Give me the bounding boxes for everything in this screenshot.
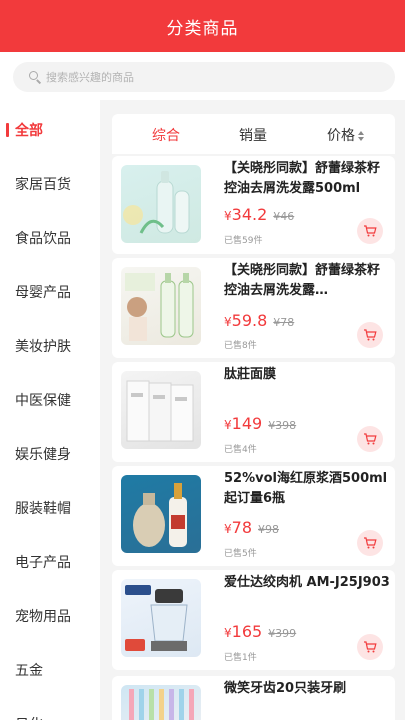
add-to-cart-button[interactable]	[357, 530, 383, 556]
product-price: ¥165	[224, 622, 263, 641]
product-image-face-mask	[121, 371, 201, 449]
sidebar-item-electronics[interactable]: 电子产品	[0, 535, 100, 589]
product-original-price: ¥78	[273, 316, 295, 329]
sidebar-item-baby[interactable]: 母婴产品	[0, 265, 100, 319]
sidebar-item-label: 服装鞋帽	[15, 501, 71, 517]
sort-bar: 综合 销量 价格	[112, 114, 395, 154]
product-title: 肽莊面膜	[224, 367, 277, 382]
product-sold-count: 已售8件	[224, 341, 257, 351]
product-price-row: ¥149 ¥398	[224, 414, 296, 433]
sort-tab-price-label: 价格	[327, 128, 355, 144]
page-title: 分类商品	[166, 18, 239, 39]
sidebar-item-label: 美妆护肤	[15, 339, 71, 355]
sort-arrows-icon	[358, 131, 364, 141]
cart-icon	[364, 641, 377, 653]
sort-tab-overall[interactable]: 综合	[152, 125, 180, 145]
sidebar-item-health[interactable]: 中医保健	[0, 373, 100, 427]
category-sidebar: 全部 家居百货 食品饮品 母婴产品 美妆护肤 中医保健 娱乐健身 服装鞋帽 电子…	[0, 100, 100, 720]
sort-tab-sales[interactable]: 销量	[239, 125, 267, 145]
sidebar-item-daily-chemicals[interactable]: 日化	[0, 697, 100, 720]
product-price-row: ¥59.8 ¥78	[224, 311, 294, 330]
cart-icon	[364, 329, 377, 341]
sidebar-item-fitness[interactable]: 娱乐健身	[0, 427, 100, 481]
app-header: 分类商品	[0, 0, 405, 52]
sort-tab-price[interactable]: 价格	[327, 125, 364, 145]
product-original-price: ¥399	[268, 627, 297, 640]
product-image-shampoo	[121, 165, 201, 243]
search-bar-container: 搜索感兴趣的商品	[0, 52, 405, 100]
product-title: 【关晓彤同款】舒蕾绿茶籽控油去屑洗发露500ml	[224, 161, 381, 196]
sidebar-item-pets[interactable]: 宠物用品	[0, 589, 100, 643]
product-card[interactable]: 肽莊面膜 ¥149 ¥398 已售4件	[112, 362, 395, 462]
sidebar-item-beauty[interactable]: 美妆护肤	[0, 319, 100, 373]
sidebar-item-label: 家居百货	[15, 177, 71, 193]
product-sold-count: 已售5件	[224, 549, 257, 559]
product-card[interactable]: 52%vol海红原浆酒500ml起订量6瓶 ¥78 ¥98 已售5件	[112, 466, 395, 566]
sidebar-item-label: 中医保健	[15, 393, 71, 409]
product-card[interactable]: 【关晓彤同款】舒蕾绿茶籽控油去屑洗发露… ¥59.8 ¥78 已售8件	[112, 258, 395, 358]
sidebar-item-label: 宠物用品	[15, 609, 71, 625]
product-original-price: ¥46	[273, 210, 295, 223]
sidebar-item-label: 母婴产品	[15, 285, 71, 301]
add-to-cart-button[interactable]	[357, 218, 383, 244]
cart-icon	[364, 537, 377, 549]
product-original-price: ¥98	[258, 523, 279, 536]
product-sold-count: 已售59件	[224, 236, 263, 246]
product-price: ¥149	[224, 414, 263, 433]
sidebar-item-label: 娱乐健身	[15, 447, 71, 463]
product-sold-count: 已售4件	[224, 445, 257, 455]
product-price-row: ¥165 ¥399	[224, 622, 296, 641]
product-title: 【关晓彤同款】舒蕾绿茶籽控油去屑洗发露…	[224, 263, 381, 298]
product-price-row: ¥34.2 ¥46	[224, 205, 294, 224]
search-icon	[29, 71, 42, 84]
product-price: ¥59.8	[224, 311, 268, 330]
product-title: 爱仕达绞肉机 AM-J25J903	[224, 575, 390, 590]
add-to-cart-button[interactable]	[357, 426, 383, 452]
product-title: 52%vol海红原浆酒500ml起订量6瓶	[224, 471, 388, 506]
add-to-cart-button[interactable]	[357, 322, 383, 348]
product-title: 微笑牙齿20只装牙刷	[224, 681, 347, 696]
product-card[interactable]: 爱仕达绞肉机 AM-J25J903 ¥165 ¥399 已售1件	[112, 570, 395, 670]
sidebar-item-label: 日化	[15, 714, 43, 720]
product-image-toothbrush	[121, 685, 201, 720]
product-price: ¥34.2	[224, 205, 268, 224]
sidebar-item-label: 电子产品	[15, 555, 71, 571]
search-placeholder: 搜索感兴趣的商品	[46, 71, 134, 84]
sidebar-item-label: 全部	[15, 123, 43, 139]
product-price-row: ¥78 ¥98	[224, 518, 279, 537]
sidebar-item-label: 五金	[15, 663, 43, 679]
add-to-cart-button[interactable]	[357, 634, 383, 660]
search-input[interactable]: 搜索感兴趣的商品	[13, 62, 395, 92]
cart-icon	[364, 225, 377, 237]
product-image-shampoo-set	[121, 267, 201, 345]
sidebar-item-label: 食品饮品	[15, 231, 71, 247]
sidebar-item-all[interactable]: 全部	[0, 103, 100, 157]
product-image-meat-grinder	[121, 579, 201, 657]
sidebar-item-food[interactable]: 食品饮品	[0, 211, 100, 265]
sidebar-item-hardware[interactable]: 五金	[0, 643, 100, 697]
product-card[interactable]: 【关晓彤同款】舒蕾绿茶籽控油去屑洗发露500ml ¥34.2 ¥46 已售59件	[112, 156, 395, 254]
product-list-panel: 综合 销量 价格 【关晓彤同款】舒蕾绿茶籽控油去屑洗发露500ml ¥34.2 …	[100, 100, 405, 720]
product-image-liquor	[121, 475, 201, 553]
active-indicator	[6, 123, 9, 137]
sidebar-item-home[interactable]: 家居百货	[0, 157, 100, 211]
product-price: ¥78	[224, 518, 252, 537]
product-sold-count: 已售1件	[224, 653, 257, 663]
sidebar-item-apparel[interactable]: 服装鞋帽	[0, 481, 100, 535]
product-card[interactable]: 微笑牙齿20只装牙刷	[112, 676, 395, 720]
product-original-price: ¥398	[268, 419, 297, 432]
cart-icon	[364, 433, 377, 445]
